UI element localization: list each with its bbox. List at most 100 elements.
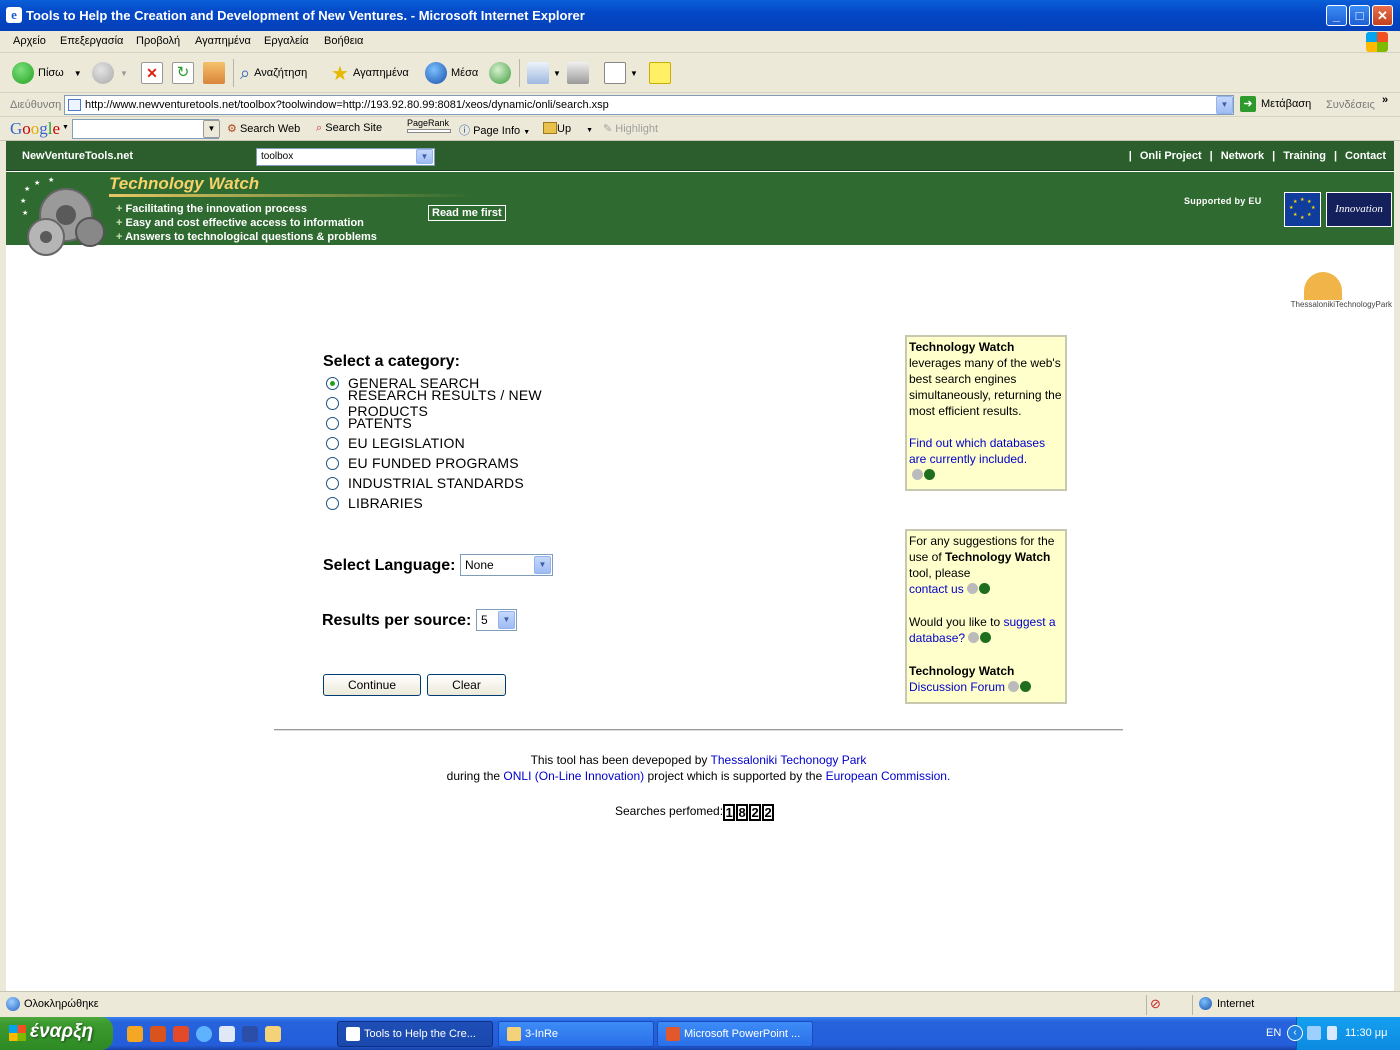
radio-unselected[interactable]: [326, 496, 339, 510]
page-info-button[interactable]: ⓘ Page Info ▼: [459, 122, 530, 138]
pagerank-indicator[interactable]: PageRank: [407, 118, 451, 133]
quicklaunch-icon[interactable]: [173, 1026, 189, 1042]
innovation-logo[interactable]: Innovation: [1326, 192, 1392, 227]
arrow-right-icon[interactable]: [912, 469, 923, 480]
google-logo[interactable]: Google: [10, 119, 60, 139]
category-option[interactable]: EU FUNDED PROGRAMS: [322, 453, 622, 473]
quicklaunch-icon[interactable]: [150, 1026, 166, 1042]
menu-tools[interactable]: Εργαλεία: [264, 35, 309, 47]
supported-by-eu-label: Supported by EU: [1184, 196, 1262, 206]
taskbar-item-folder[interactable]: 3-InRe: [498, 1021, 654, 1047]
quicklaunch-icon[interactable]: [127, 1026, 143, 1042]
address-dropdown-icon[interactable]: ▼: [1216, 96, 1233, 114]
arrow-right-icon[interactable]: [1020, 681, 1032, 692]
radio-unselected[interactable]: [326, 396, 339, 410]
favorites-button[interactable]: ★ Αγαπημένα: [331, 61, 409, 85]
menu-help[interactable]: Βοήθεια: [324, 35, 363, 47]
go-button[interactable]: ➜ Μετάβαση: [1240, 96, 1311, 112]
arrow-right-icon[interactable]: [924, 469, 935, 480]
category-option[interactable]: INDUSTRIAL STANDARDS: [322, 473, 622, 493]
tech-park-link[interactable]: Thessaloniki Techonogy Park: [711, 753, 867, 767]
toolbox-select[interactable]: toolbox ▼: [256, 148, 435, 166]
network-icon[interactable]: [1307, 1026, 1321, 1040]
menu-edit[interactable]: Επεξεργασία: [60, 35, 123, 47]
chevron-down-icon[interactable]: ▼: [120, 69, 128, 78]
radio-selected[interactable]: [326, 376, 339, 390]
clock[interactable]: 11:30 μμ: [1345, 1027, 1387, 1039]
menu-favorites[interactable]: Αγαπημένα: [195, 35, 251, 47]
chevron-down-icon[interactable]: ▼: [62, 124, 69, 131]
word-quicklaunch-icon[interactable]: [242, 1026, 258, 1042]
chevron-down-icon[interactable]: ▼: [630, 69, 638, 78]
arrow-right-icon[interactable]: [968, 632, 980, 643]
search-web-button[interactable]: ⚙ Search Web: [227, 122, 300, 135]
chevron-down-icon[interactable]: ▼: [74, 69, 82, 78]
menu-view[interactable]: Προβολή: [136, 35, 180, 47]
nav-training[interactable]: Training: [1283, 150, 1326, 162]
back-button[interactable]: Πίσω ▼: [12, 61, 82, 85]
media-button[interactable]: Μέσα: [425, 61, 478, 85]
databases-link[interactable]: Find out which databases are currently i…: [909, 436, 1045, 466]
nav-onli-project[interactable]: Onli Project: [1140, 150, 1202, 162]
discussion-forum-link[interactable]: Discussion Forum: [909, 680, 1005, 694]
close-button[interactable]: ✕: [1372, 5, 1393, 26]
quicklaunch-icon[interactable]: [219, 1026, 235, 1042]
forward-button[interactable]: ▼: [92, 61, 128, 85]
language-indicator[interactable]: EN: [1266, 1027, 1281, 1039]
radio-unselected[interactable]: [326, 436, 339, 450]
radio-unselected[interactable]: [326, 416, 339, 430]
site-brand[interactable]: NewVentureTools.net: [22, 150, 133, 162]
mail-button[interactable]: ▼: [527, 61, 561, 85]
up-button[interactable]: Up ▼: [543, 122, 593, 135]
eu-flag-logo[interactable]: ★ ★ ★ ★ ★ ★ ★ ★: [1284, 192, 1321, 227]
home-button[interactable]: [203, 61, 225, 85]
maximize-button[interactable]: □: [1349, 5, 1370, 26]
google-search-input[interactable]: [72, 119, 219, 139]
refresh-button[interactable]: ↻: [172, 61, 194, 85]
google-input-dropdown-icon[interactable]: ▼: [203, 120, 220, 138]
history-button[interactable]: [489, 61, 511, 85]
ie-quicklaunch-icon[interactable]: [196, 1026, 212, 1042]
radio-unselected[interactable]: [326, 476, 339, 490]
stop-button[interactable]: ✕: [141, 61, 163, 85]
highlight-button[interactable]: ✎ Highlight: [603, 122, 658, 135]
results-per-source-select[interactable]: 5 ▼: [476, 609, 517, 631]
address-input[interactable]: http://www.newventuretools.net/toolbox?t…: [64, 95, 1234, 115]
usb-icon[interactable]: [1327, 1026, 1337, 1040]
folder-quicklaunch-icon[interactable]: [265, 1026, 281, 1042]
language-select[interactable]: None ▼: [460, 554, 553, 576]
onli-link[interactable]: ONLI (On-Line Innovation): [503, 769, 644, 783]
chevron-left-icon[interactable]: ‹: [1287, 1025, 1303, 1041]
arrow-right-icon[interactable]: [980, 632, 992, 643]
arrow-right-icon[interactable]: [966, 583, 978, 594]
european-commission-link[interactable]: European Commission.: [826, 769, 951, 783]
read-me-first-button[interactable]: Read me first: [428, 205, 506, 221]
minimize-button[interactable]: _: [1326, 5, 1347, 26]
arrow-right-icon[interactable]: [1008, 681, 1020, 692]
contact-us-link[interactable]: contact us: [909, 582, 964, 596]
category-option[interactable]: RESEARCH RESULTS / NEW PRODUCTS: [322, 387, 622, 419]
continue-button[interactable]: Continue: [323, 674, 421, 696]
popup-blocked-icon[interactable]: ⊘: [1150, 996, 1161, 1012]
nav-network[interactable]: Network: [1221, 150, 1264, 162]
category-option[interactable]: EU LEGISLATION: [322, 433, 622, 453]
print-button[interactable]: [567, 61, 589, 85]
clear-button[interactable]: Clear: [427, 674, 506, 696]
taskbar-item-ie[interactable]: Tools to Help the Cre...: [337, 1021, 493, 1047]
search-site-button[interactable]: ⌕ Search Site: [316, 122, 382, 135]
category-option[interactable]: LIBRARIES: [322, 493, 622, 513]
notes-button[interactable]: [649, 61, 671, 85]
chevron-right-icon[interactable]: »: [1382, 94, 1388, 106]
links-label[interactable]: Συνδέσεις: [1326, 99, 1375, 111]
arrow-right-icon[interactable]: [978, 583, 990, 594]
window-title-bar[interactable]: e Tools to Help the Creation and Develop…: [0, 0, 1400, 31]
radio-unselected[interactable]: [326, 456, 339, 470]
thessaloniki-park-logo[interactable]: ThessalonikiTechnologyPark: [1242, 271, 1392, 315]
chevron-down-icon[interactable]: ▼: [553, 69, 561, 78]
nav-contact[interactable]: Contact: [1345, 150, 1386, 162]
search-button[interactable]: ⌕ Αναζήτηση: [240, 61, 307, 85]
start-button[interactable]: έναρξη: [0, 1017, 113, 1050]
menu-file[interactable]: Αρχείο: [13, 35, 46, 47]
taskbar-item-powerpoint[interactable]: Microsoft PowerPoint ...: [657, 1021, 813, 1047]
edit-button[interactable]: ▼: [604, 61, 638, 85]
